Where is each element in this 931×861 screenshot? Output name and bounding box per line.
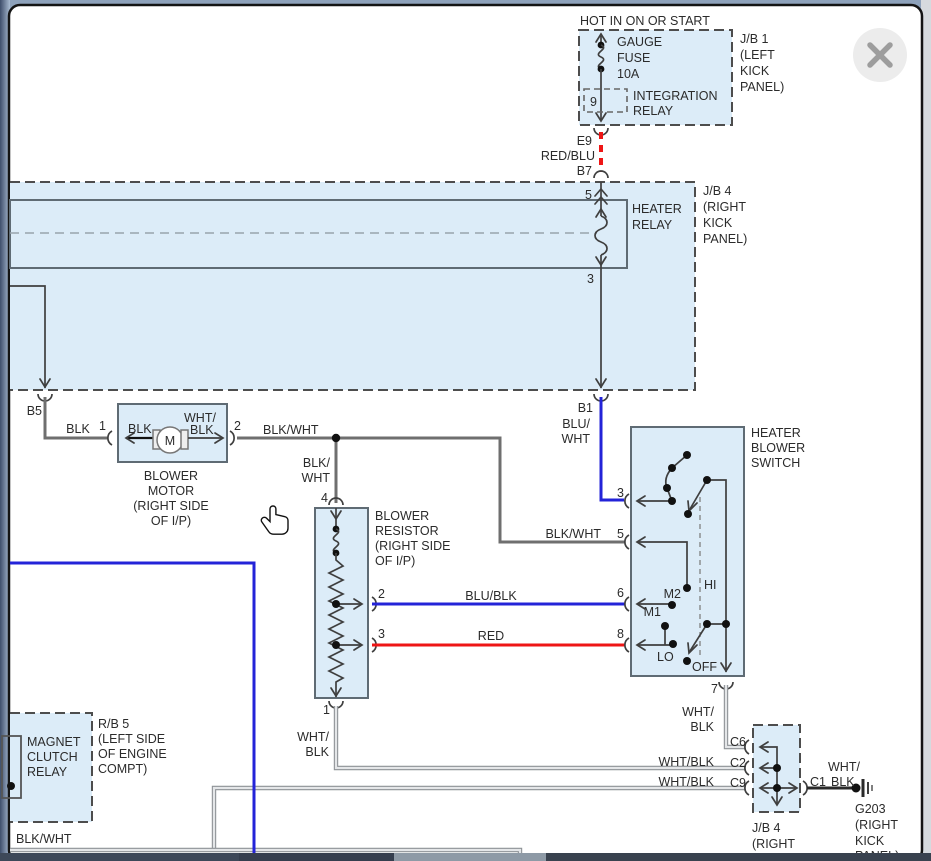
jb4b-location-2: (RIGHT	[752, 837, 795, 851]
drop-label-2: WHT	[302, 471, 331, 485]
fuse-label-3: 10A	[617, 67, 640, 81]
whtblk-c2-label: WHT/BLK	[658, 755, 714, 769]
resistor-pin2-label: 2	[378, 587, 385, 601]
switch-hi-label: HI	[704, 578, 717, 592]
heater-relay-label-2: RELAY	[632, 218, 673, 232]
motor-caption-4: OF I/P)	[151, 514, 191, 528]
drop-label-1: BLK/	[303, 456, 331, 470]
resistor-caption-1: BLOWER	[375, 509, 429, 523]
g203-label-3: KICK	[855, 834, 885, 848]
rb5-caption-3: RELAY	[27, 765, 68, 779]
b7-label: B7	[577, 164, 592, 178]
redblu-label: RED/BLU	[541, 149, 595, 163]
rb5-location-2: (LEFT SIDE	[98, 732, 165, 746]
ground-blk-label: BLK	[831, 775, 855, 789]
heater-relay-label-1: HEATER	[632, 202, 682, 216]
switch-m1-label: M1	[644, 605, 661, 619]
resistor-pin1-label: 1	[323, 703, 330, 717]
relay-pin5-label: 5	[585, 188, 592, 202]
ground-wht-label: WHT/	[828, 760, 860, 774]
wiring-diagram-window: HOT IN ON OR START GAUGE FUSE 10A 9 INTE…	[0, 0, 931, 861]
switch-title-2: BLOWER	[751, 441, 805, 455]
relay-pin3-label: 3	[587, 272, 594, 286]
fuse-label-2: FUSE	[617, 51, 650, 65]
rb5-location-4: COMPT)	[98, 762, 147, 776]
integration-relay-label-2: RELAY	[633, 104, 674, 118]
motor-caption-3: (RIGHT SIDE	[133, 499, 208, 513]
jb4-location-2: (RIGHT	[703, 200, 746, 214]
g203-label-2: (RIGHT	[855, 818, 898, 832]
fuse-label-1: GAUGE	[617, 35, 662, 49]
motor-m-label: M	[165, 434, 175, 448]
switch-lo-label: LO	[657, 650, 674, 664]
switch-pin5-label: 5	[617, 527, 624, 541]
resistor-out-label-1: WHT/	[297, 730, 329, 744]
jb4-location-4: PANEL)	[703, 232, 747, 246]
resistor-pin4-label: 4	[321, 491, 328, 505]
motor-inner-whtblk-2: BLK	[190, 423, 214, 437]
c6-label: C6	[730, 735, 746, 749]
c9-label: C9	[730, 776, 746, 790]
rb5-location-3: OF ENGINE	[98, 747, 167, 761]
motor-caption-2: MOTOR	[148, 484, 194, 498]
rb5-caption-1: MAGNET	[27, 735, 81, 749]
switch-out-label-1: WHT/	[682, 705, 714, 719]
jb4-location-1: J/B 4	[703, 184, 732, 198]
jb1-location-2: (LEFT	[740, 48, 775, 62]
whtblk-c9-label: WHT/BLK	[658, 775, 714, 789]
c2-label: C2	[730, 756, 746, 770]
jb1-location-1: J/B 1	[740, 32, 769, 46]
motor-caption-1: BLOWER	[144, 469, 198, 483]
switch-pin7-label: 7	[711, 682, 718, 696]
rb5-wire-label: BLK/WHT	[16, 832, 72, 846]
blkwht-wire-label: BLK/WHT	[263, 423, 319, 437]
blublk-wire-label: BLU/BLK	[465, 589, 517, 603]
switch-out-label-2: BLK	[690, 720, 714, 734]
resistor-out-label-2: BLK	[305, 745, 329, 759]
resistor-pin3-label: 3	[378, 627, 385, 641]
b1-color-1: BLU/	[562, 417, 590, 431]
motor-inner-blk: BLK	[128, 422, 152, 436]
e9-label: E9	[577, 134, 592, 148]
taskbar[interactable]	[0, 853, 931, 861]
jb4-location-3: KICK	[703, 216, 733, 230]
switch-pin6-label: 6	[617, 586, 624, 600]
switch-title-1: HEATER	[751, 426, 801, 440]
resistor-caption-3: (RIGHT SIDE	[375, 539, 450, 553]
rb5-caption-2: CLUTCH	[27, 750, 78, 764]
integration-relay-label-1: INTEGRATION	[633, 89, 718, 103]
red-wire-label: RED	[478, 629, 504, 643]
resistor-caption-2: RESISTOR	[375, 524, 439, 538]
hot-bus-label: HOT IN ON OR START	[580, 14, 710, 28]
rb5-location-1: R/B 5	[98, 717, 129, 731]
switch-pin8-label: 8	[617, 627, 624, 641]
b1-label: B1	[578, 401, 593, 415]
jb4b-location-1: J/B 4	[752, 821, 781, 835]
jb1-location-4: PANEL)	[740, 80, 784, 94]
b1-color-2: WHT	[562, 432, 591, 446]
switch-title-3: SWITCH	[751, 456, 800, 470]
junction-dot	[332, 434, 340, 442]
b5-label: B5	[27, 404, 42, 418]
motor-pin1-label: 1	[99, 419, 106, 433]
close-button[interactable]	[853, 28, 907, 82]
motor-pin2-label: 2	[234, 419, 241, 433]
pin9-label: 9	[590, 95, 597, 109]
heater-relay-box	[10, 200, 627, 268]
switch-pin3-label: 3	[617, 486, 624, 500]
blk-wire-label: BLK	[66, 422, 90, 436]
switch-m2-label: M2	[664, 587, 681, 601]
jb1-location-3: KICK	[740, 64, 770, 78]
switch-off-label: OFF	[692, 660, 717, 674]
resistor-caption-4: OF I/P)	[375, 554, 415, 568]
blkwht-pin5-label: BLK/WHT	[545, 527, 601, 541]
g203-label-1: G203	[855, 802, 886, 816]
